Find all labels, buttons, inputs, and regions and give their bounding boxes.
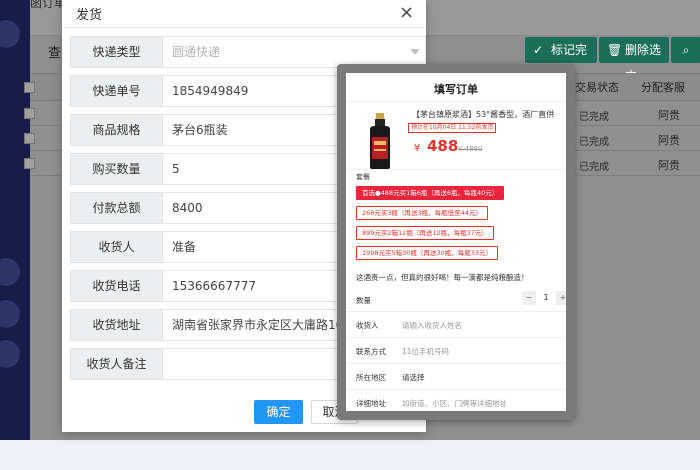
package-option[interactable]: 268元买3瓶（再送3瓶，每瓶低至44元）	[356, 206, 488, 220]
field-label: 商品规格	[70, 114, 163, 146]
row-agent: 阿贵	[658, 159, 680, 172]
product-slogan: 这酒贵一点，但真的很好喝！每一滴都是纯粮酿造！	[356, 273, 529, 282]
dialog-header: 发货 ×	[62, 0, 426, 28]
field-label: 购买数量	[70, 153, 163, 185]
package-label: 套餐	[356, 173, 370, 181]
row-agent: 阿贵	[658, 109, 680, 122]
dialog-title: 发货	[76, 8, 103, 23]
field-label: 快递类型	[70, 36, 163, 68]
detail-address-input[interactable]: 如街道、小区、门牌等详细地址	[402, 398, 507, 409]
region-form-row: 所在地区 请选择	[346, 363, 566, 389]
row-checkbox[interactable]	[24, 133, 35, 144]
recipient-name-input[interactable]: 请输入收货人姓名	[402, 320, 462, 331]
search-button[interactable]: ⌕	[671, 37, 700, 63]
column-header-status: 交易状态	[575, 81, 619, 94]
divider	[346, 101, 566, 102]
close-icon[interactable]: ×	[399, 2, 414, 23]
confirm-button[interactable]: 确定	[254, 400, 303, 424]
delete-selected-button[interactable]: 🗑 删除选中	[599, 37, 669, 83]
search-icon: ⌕	[682, 43, 690, 57]
form-label: 详细地址	[356, 399, 386, 408]
mark-done-button[interactable]: ✓ 标记完成	[525, 37, 597, 83]
field-label: 收货电话	[70, 270, 163, 302]
recipient-form-row: 收货人 请输入收货人姓名	[346, 311, 566, 337]
field-label: 收货人	[70, 231, 163, 263]
package-option-selected[interactable]: 首选●488元买1箱6瓶（再送6瓶，每瓶40元）	[356, 186, 505, 200]
check-icon: ✓	[533, 43, 544, 57]
row-status: 已完成	[579, 137, 609, 148]
product-price: 488	[427, 137, 459, 155]
row-checkbox[interactable]	[24, 108, 35, 119]
trash-icon: 🗑	[607, 43, 623, 57]
original-price: ¥ 4880	[458, 145, 483, 153]
region-select[interactable]: 请选择	[402, 372, 425, 383]
row-checkbox[interactable]	[24, 158, 35, 169]
phone-screen: 填写订单 【茅台镇原浆酒】53°酱香型，酒厂直供 预计在10月04日 11:52…	[346, 73, 566, 411]
currency-symbol: ¥	[414, 143, 421, 154]
product-bottle-image	[370, 113, 390, 169]
package-option[interactable]: 1998元买5箱30瓶（再送30瓶，每瓶33元）	[356, 246, 498, 260]
quantity-value[interactable]: 1	[538, 291, 554, 305]
package-option[interactable]: 899元买2箱12瓶（再送12瓶，每瓶37元）	[356, 226, 494, 240]
form-label: 所在地区	[356, 373, 386, 382]
row-status: 已完成	[579, 112, 609, 123]
form-label: 收货人	[356, 321, 379, 330]
rail-nav-icon[interactable]	[0, 258, 20, 286]
quantity-decrease-button[interactable]: −	[522, 291, 536, 305]
row-agent: 阿贵	[658, 134, 680, 147]
rail-nav-icon[interactable]	[0, 340, 20, 368]
divider	[346, 169, 566, 170]
page-title: 函订单	[30, 0, 67, 10]
row-status: 已完成	[579, 162, 609, 173]
column-header-agent: 分配客服	[641, 81, 685, 94]
field-label: 收货人备注	[70, 348, 163, 380]
phone-number-input[interactable]: 11位手机号码	[402, 346, 449, 357]
chevron-down-icon	[410, 49, 420, 55]
field-label: 快递单号	[70, 75, 163, 107]
select-all-checkbox[interactable]	[24, 82, 35, 93]
contact-form-row: 联系方式 11位手机号码	[346, 337, 566, 363]
field-label: 收货地址	[70, 309, 163, 341]
quantity-label: 数量	[356, 296, 371, 305]
rail-nav-icon[interactable]	[0, 20, 20, 48]
preview-title: 填写订单	[434, 83, 478, 96]
rail-nav-icon[interactable]	[0, 300, 20, 328]
field-label: 付款总额	[70, 192, 163, 224]
shipping-promise-tag: 预计在10月04日 11:52前发货	[408, 123, 497, 133]
product-name: 【茅台镇原浆酒】53°酱香型，酒厂直供	[412, 110, 555, 119]
search-label: 查	[48, 46, 62, 61]
order-form-preview: 填写订单 【茅台镇原浆酒】53°酱香型，酒厂直供 预计在10月04日 11:52…	[337, 64, 575, 420]
form-label: 联系方式	[356, 347, 386, 356]
quantity-increase-button[interactable]: +	[556, 291, 566, 305]
address-form-row: 详细地址 如街道、小区、门牌等详细地址	[346, 389, 566, 411]
left-nav-rail	[0, 0, 30, 440]
